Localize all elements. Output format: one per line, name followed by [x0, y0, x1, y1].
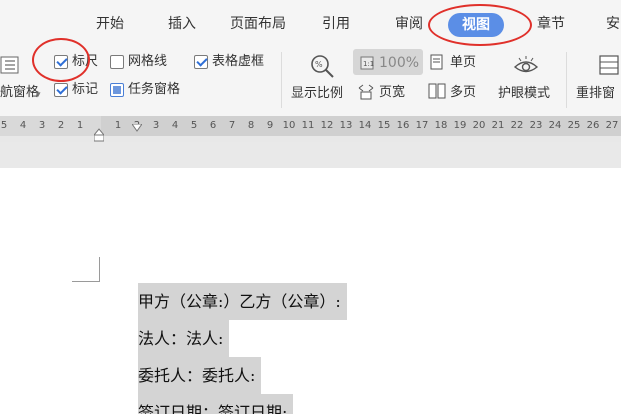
ruler-number: 26	[586, 120, 600, 131]
navigation-pane-label[interactable]: 航窗格	[0, 84, 39, 102]
single-page-icon[interactable]	[430, 54, 444, 70]
ribbon-divider	[566, 52, 567, 108]
ruler-number: 16	[396, 120, 410, 131]
ruler-number: 14	[358, 120, 372, 131]
tab-references[interactable]: 引用	[322, 14, 350, 34]
gridlines-label: 网格线	[128, 54, 168, 69]
ruler-number: 27	[605, 120, 619, 131]
doc-line-sign-date[interactable]: 签订日期：签订日期:	[138, 394, 294, 414]
zoom-value: 100%	[379, 55, 420, 71]
ruler-number: 24	[548, 120, 562, 131]
eye-protection-label[interactable]: 护眼模式	[498, 85, 550, 103]
ruler-number: 2	[57, 120, 65, 131]
tab-home[interactable]: 开始	[96, 14, 124, 34]
tab-review[interactable]: 审阅	[395, 14, 423, 34]
marks-label: 标记	[72, 82, 99, 97]
ribbon-tab-bar: 开始 插入 页面布局 引用 审阅 视图 章节 安	[0, 0, 621, 46]
ruler-number: 10	[282, 120, 296, 131]
ruler-number: 21	[491, 120, 505, 131]
ruler-number: 5	[190, 120, 198, 131]
ruler-number: 4	[19, 120, 27, 131]
ruler-label: 标尺	[72, 54, 99, 69]
hanging-indent-marker[interactable]	[92, 127, 106, 142]
tab-insert[interactable]: 插入	[168, 14, 196, 34]
task-pane-label: 任务窗格	[128, 82, 181, 97]
first-line-indent-marker[interactable]	[131, 117, 143, 132]
page-width-label[interactable]: 页宽	[379, 84, 405, 102]
doc-line-party-seal[interactable]: 甲方（公章:）乙方（公章）:	[138, 283, 347, 320]
svg-text:%: %	[315, 60, 323, 69]
tab-chapter[interactable]: 章节	[537, 14, 565, 34]
ruler-number: 9	[266, 120, 274, 131]
nav-pane-dropdown-icon[interactable]: ▾	[36, 86, 41, 104]
display-ratio-label[interactable]: 显示比例	[291, 85, 343, 103]
ruler-number: 5	[0, 120, 8, 131]
ruler-number: 1	[76, 120, 84, 131]
navigation-pane-icon[interactable]	[0, 56, 20, 74]
ruler-checkbox[interactable]	[54, 55, 68, 69]
ruler-margin-left	[0, 116, 101, 136]
rearrange-windows-icon[interactable]	[598, 54, 620, 76]
page-width-icon[interactable]	[358, 84, 374, 100]
tab-security[interactable]: 安	[606, 14, 620, 34]
svg-text:1:1: 1:1	[363, 60, 374, 68]
ruler-number: 18	[434, 120, 448, 131]
multi-page-label[interactable]: 多页	[450, 84, 476, 102]
doc-line-agent[interactable]: 委托人：委托人:	[138, 357, 262, 394]
ruler-number: 3	[38, 120, 46, 131]
ruler-number: 8	[247, 120, 255, 131]
task-pane-checkbox[interactable]	[110, 83, 124, 97]
single-page-label[interactable]: 单页	[450, 54, 476, 72]
ruler-number: 12	[320, 120, 334, 131]
zoom-magnifier-icon[interactable]: %	[309, 53, 335, 79]
ruler-number: 22	[510, 120, 524, 131]
gridlines-checkbox[interactable]	[110, 55, 124, 69]
ruler-number: 19	[453, 120, 467, 131]
doc-line-legal-rep[interactable]: 法人：法人:	[138, 320, 230, 357]
marks-checkbox[interactable]	[54, 83, 68, 97]
zoom-100-icon: 1:1	[360, 55, 374, 70]
ruler-number: 4	[171, 120, 179, 131]
ruler-number: 11	[301, 120, 315, 131]
horizontal-ruler[interactable]: 5432112345678910111213141516171819202122…	[0, 116, 621, 142]
eye-protection-icon[interactable]	[513, 55, 539, 77]
ruler-number: 7	[228, 120, 236, 131]
ruler-number: 1	[114, 120, 122, 131]
ribbon-divider	[281, 52, 282, 108]
ruler-number: 6	[209, 120, 217, 131]
tab-page-layout[interactable]: 页面布局	[230, 14, 286, 34]
rearrange-windows-label[interactable]: 重排窗	[576, 85, 615, 103]
table-gridlines-label: 表格虚框	[212, 54, 265, 69]
ruler-number: 3	[152, 120, 160, 131]
ruler-number: 17	[415, 120, 429, 131]
tab-view[interactable]: 视图	[448, 13, 504, 37]
ruler-number: 23	[529, 120, 543, 131]
ruler-number: 25	[567, 120, 581, 131]
multi-page-icon[interactable]	[428, 83, 446, 99]
ruler-number: 15	[377, 120, 391, 131]
ruler-number: 13	[339, 120, 353, 131]
page-gap	[0, 142, 621, 168]
table-gridlines-checkbox[interactable]	[194, 55, 208, 69]
ruler-number: 20	[472, 120, 486, 131]
margin-corner-mark	[72, 257, 100, 282]
